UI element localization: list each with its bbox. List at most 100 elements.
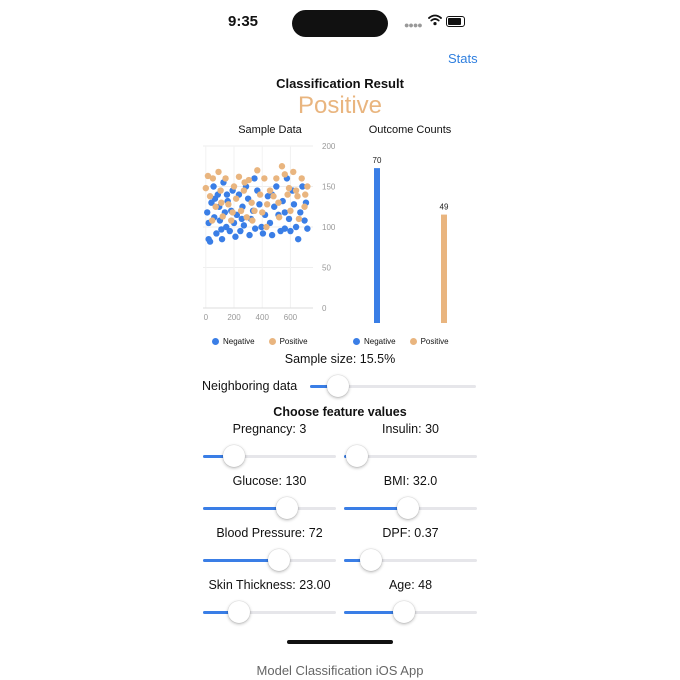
- legend-positive-label: Positive: [279, 337, 308, 346]
- slider-thumb[interactable]: [327, 375, 350, 397]
- scatter-point-negative: [251, 225, 259, 232]
- scatter-point-positive: [251, 207, 258, 214]
- scatter-point-positive: [237, 207, 245, 214]
- slider-thumb[interactable]: [346, 445, 369, 467]
- scatter-point-positive: [263, 223, 270, 231]
- scatter-point-positive: [228, 217, 235, 224]
- scatter-point-negative: [259, 230, 267, 237]
- scatter-point-negative: [273, 183, 280, 190]
- scatter-point-negative: [290, 201, 298, 208]
- outcome-bar-chart: 70 49: [373, 156, 449, 323]
- scatter-point-positive: [275, 214, 283, 221]
- scatter-point-negative: [204, 209, 211, 216]
- scatter-point-negative: [281, 209, 288, 216]
- bar-positive: [441, 214, 447, 323]
- pregnancy-slider[interactable]: [203, 444, 336, 468]
- scatter-point-negative: [304, 225, 311, 232]
- slider-thumb[interactable]: [275, 497, 298, 519]
- age-label: Age: 48: [388, 578, 433, 592]
- sample-size-label: Sample size: 15.5%: [284, 352, 396, 366]
- dpf-label: DPF: 0.37: [382, 526, 439, 540]
- slider-thumb[interactable]: [396, 497, 419, 519]
- scatter-point-negative: [285, 215, 293, 223]
- legend-positive-dot: [268, 338, 276, 345]
- feature-section-title: Choose feature values: [273, 405, 407, 419]
- insulin-slider[interactable]: [344, 444, 477, 468]
- scatter-point-positive: [229, 209, 236, 216]
- slider-thumb[interactable]: [267, 549, 290, 571]
- y-tick-label: 0: [322, 304, 327, 313]
- scatter-point-positive: [261, 175, 268, 182]
- blood-pressure-label: Blood Pressure: 72: [216, 526, 323, 540]
- scatter-point-negative: [237, 227, 244, 235]
- battery-icon: [446, 16, 465, 27]
- legend-positive-dot: [409, 338, 417, 345]
- glucose-label: Glucose: 130: [232, 474, 307, 488]
- y-tick-label: 50: [322, 264, 331, 273]
- scatter-point-positive: [235, 173, 243, 180]
- slider-thumb[interactable]: [392, 601, 415, 623]
- scatter-point-positive: [254, 167, 261, 174]
- slider-thumb[interactable]: [227, 601, 250, 623]
- scatter-point-positive: [256, 191, 264, 198]
- neighboring-data-slider[interactable]: [310, 374, 476, 398]
- scatter-point-positive: [243, 214, 250, 221]
- scatter-point-negative: [246, 231, 253, 239]
- scatter-point-positive: [304, 183, 311, 190]
- legend-positive-label: Positive: [420, 337, 449, 346]
- scatter-point-positive: [266, 187, 274, 194]
- bar-negative: [374, 168, 380, 323]
- signal-icon: ●●●●: [404, 20, 423, 30]
- scatter-point-negative: [240, 222, 248, 229]
- scatter-point-negative: [223, 191, 231, 198]
- stats-button[interactable]: Stats: [448, 51, 478, 66]
- scatter-point-positive: [275, 199, 282, 206]
- scatter-point-positive: [295, 215, 303, 223]
- dynamic-island: [292, 10, 388, 37]
- bmi-label: BMI: 32.0: [383, 474, 438, 488]
- scatter-point-positive: [302, 191, 309, 198]
- scatter-point-positive: [278, 163, 286, 170]
- skin-thickness-slider[interactable]: [203, 600, 336, 624]
- scatter-point-negative: [205, 235, 212, 243]
- scatter-point-positive: [298, 175, 305, 182]
- slider-thumb[interactable]: [222, 445, 245, 467]
- scatter-point-positive: [230, 183, 238, 190]
- home-indicator[interactable]: [287, 640, 393, 644]
- scatter-point-positive: [208, 217, 216, 224]
- sample-scatter-chart: 0 50 100 150 200 0 200 400 600: [202, 142, 336, 322]
- scatter-point-negative: [213, 230, 220, 237]
- scatter-point-positive: [249, 217, 256, 224]
- x-tick-label: 200: [227, 313, 241, 322]
- scatter-point-positive: [217, 187, 224, 194]
- glucose-slider[interactable]: [203, 496, 336, 520]
- scatter-point-positive: [212, 203, 219, 210]
- bmi-slider[interactable]: [344, 496, 477, 520]
- blood-pressure-slider[interactable]: [203, 548, 336, 572]
- scatter-point-positive: [263, 201, 271, 208]
- counts-chart-title: Outcome Counts: [368, 124, 452, 136]
- scatter-point-positive: [281, 171, 288, 178]
- scatter-point-positive: [209, 175, 217, 182]
- counts-legend: Negative Positive: [353, 337, 449, 346]
- scatter-point-positive: [215, 168, 222, 176]
- slider-fill: [203, 507, 287, 510]
- scatter-point-negative: [287, 227, 294, 235]
- scatter-point-positive: [222, 175, 229, 182]
- legend-negative-label: Negative: [364, 337, 396, 346]
- x-tick-label: 0: [204, 313, 209, 322]
- dpf-slider[interactable]: [344, 548, 477, 572]
- scatter-point-negative: [268, 231, 276, 239]
- pregnancy-label: Pregnancy: 3: [232, 422, 307, 436]
- scatter-point-positive: [219, 213, 226, 220]
- scatter-point-negative: [210, 183, 217, 190]
- scatter-point-positive: [294, 193, 301, 200]
- wifi-icon: [428, 14, 442, 26]
- slider-thumb[interactable]: [359, 549, 382, 571]
- scatter-point-positive: [202, 184, 210, 192]
- scatter-point-negative: [256, 201, 263, 208]
- scatter-point-positive: [225, 201, 232, 208]
- scatter-point-positive: [287, 207, 294, 214]
- scatter-point-negative: [301, 217, 308, 224]
- age-slider[interactable]: [344, 600, 477, 624]
